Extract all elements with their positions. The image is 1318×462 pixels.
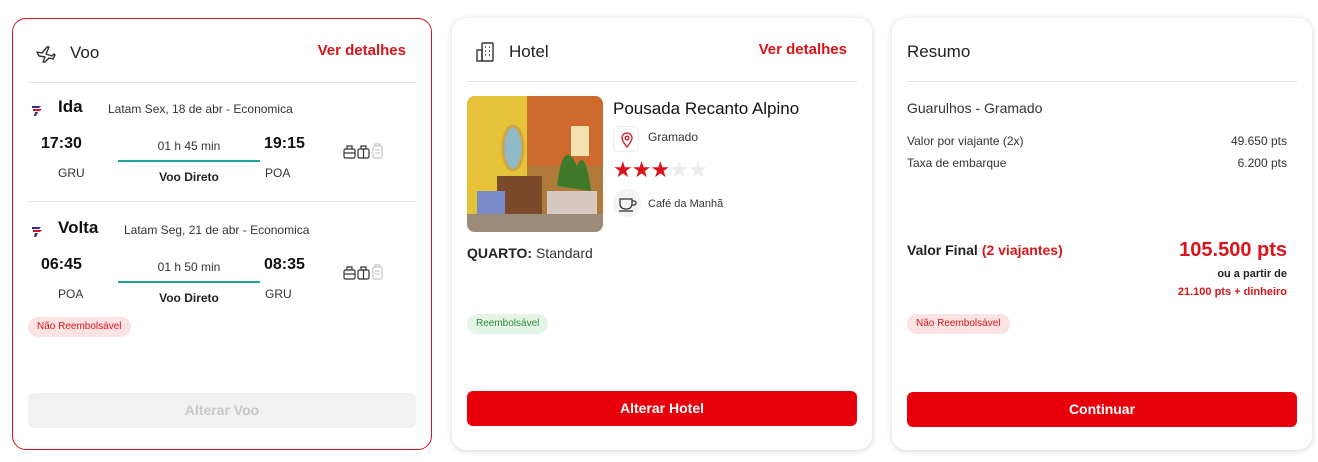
coffee-cup-box: [613, 189, 641, 217]
star-filled-icon: ★: [650, 157, 670, 182]
hotel-card-header: Hotel Ver detalhes: [467, 38, 857, 82]
location-pin-icon: [621, 132, 633, 149]
alternative-value: 21.100 pts + dinheiro: [1177, 286, 1287, 298]
latam-logo-icon: [32, 227, 42, 237]
summary-row-value: 49.650 pts: [1230, 134, 1287, 148]
outbound-info: Latam Sex, 18 de abr - Economica: [108, 102, 293, 116]
latam-logo-icon: [32, 106, 42, 116]
summary-row-label: Valor por viajante (2x): [907, 134, 1024, 148]
room-label: QUARTO:: [467, 245, 533, 261]
star-empty-icon: ★: [687, 157, 708, 182]
hotel-star-rating: ★★★★★: [613, 157, 708, 182]
baggage-icons: [343, 143, 383, 159]
star-filled-icon: ★: [613, 157, 633, 182]
hotel-name: Pousada Recanto Alpino: [613, 99, 800, 118]
summary-card-title: Resumo: [907, 42, 971, 61]
change-flight-button[interactable]: Alterar Voo: [28, 393, 416, 428]
star-filled-icon: ★: [631, 157, 652, 182]
outbound-duration-line: [118, 160, 260, 162]
summary-refund-badge: Não Reembolsável: [907, 314, 1010, 334]
summary-card: Resumo Guarulhos - Gramado Valor por via…: [892, 18, 1312, 450]
final-label-text: Valor Final: [907, 242, 978, 258]
outbound-duration: 01 h 45 min: [157, 139, 221, 153]
room-type: QUARTO: Standard: [467, 245, 593, 261]
summary-row-label: Taxa de embarque: [907, 156, 1007, 170]
flight-card-title: Voo: [70, 43, 100, 62]
inbound-arrival-time: 08:35: [264, 256, 305, 273]
inbound-info: Latam Seg, 21 de abr - Economica: [124, 223, 310, 237]
flight-card-header: Voo Ver detalhes: [28, 39, 416, 83]
summary-route: Guarulhos - Gramado: [907, 100, 1043, 116]
inbound-label: Volta: [58, 218, 99, 237]
summary-row: Valor por viajante (2x) 49.650 pts: [907, 134, 1287, 148]
inbound-leg: Volta Latam Seg, 21 de abr - Economica 0…: [28, 216, 416, 326]
flight-details-link[interactable]: Ver detalhes: [318, 42, 406, 59]
hotel-details-link[interactable]: Ver detalhes: [759, 41, 847, 58]
outbound-departure-time: 17:30: [41, 135, 82, 152]
outbound-arrival-time: 19:15: [264, 135, 305, 152]
summary-card-header: Resumo: [907, 38, 1297, 82]
change-hotel-button[interactable]: Alterar Hotel: [467, 391, 857, 426]
room-value: Standard: [535, 245, 593, 261]
flight-card: Voo Ver detalhes Ida Latam Sex, 18 de ab…: [12, 18, 432, 450]
final-value: 105.500 pts: [1179, 239, 1287, 261]
hotel-card-title: Hotel: [509, 42, 549, 61]
hotel-photo[interactable]: [467, 96, 603, 232]
hotel-card: Hotel Ver detalhes Pousada Recanto Alpin…: [452, 18, 872, 450]
location-pin-box: [613, 126, 639, 152]
alternative-prefix: ou a partir de: [1217, 268, 1287, 280]
continue-button[interactable]: Continuar: [907, 392, 1297, 427]
travelers-count: (2 viajantes): [981, 242, 1063, 258]
summary-row: Taxa de embarque 6.200 pts: [907, 156, 1287, 170]
inbound-departure-time: 06:45: [41, 256, 82, 273]
hotel-location: Gramado: [648, 130, 699, 144]
inbound-direct: Voo Direto: [159, 291, 219, 305]
inbound-departure-code: POA: [58, 287, 84, 301]
outbound-arrival-code: POA: [265, 166, 291, 180]
inbound-duration-line: [118, 281, 260, 283]
inbound-arrival-code: GRU: [265, 287, 292, 301]
outbound-direct: Voo Direto: [159, 170, 219, 184]
flight-refund-badge: Não Reembolsável: [28, 317, 131, 337]
outbound-departure-code: GRU: [58, 166, 85, 180]
hotel-amenity: Café da Manhã: [648, 198, 724, 210]
star-empty-icon: ★: [669, 157, 689, 182]
outbound-leg: Ida Latam Sex, 18 de abr - Economica 17:…: [28, 95, 416, 202]
building-icon: [476, 42, 494, 62]
airplane-icon: [36, 46, 56, 63]
coffee-cup-icon: [619, 198, 637, 212]
baggage-icons: [343, 264, 383, 280]
inbound-duration: 01 h 50 min: [157, 260, 221, 274]
final-value-label: Valor Final (2 viajantes): [907, 242, 1063, 258]
summary-row-value: 6.200 pts: [1237, 156, 1287, 170]
outbound-label: Ida: [58, 97, 83, 116]
hotel-refund-badge: Reembolsável: [467, 314, 549, 334]
